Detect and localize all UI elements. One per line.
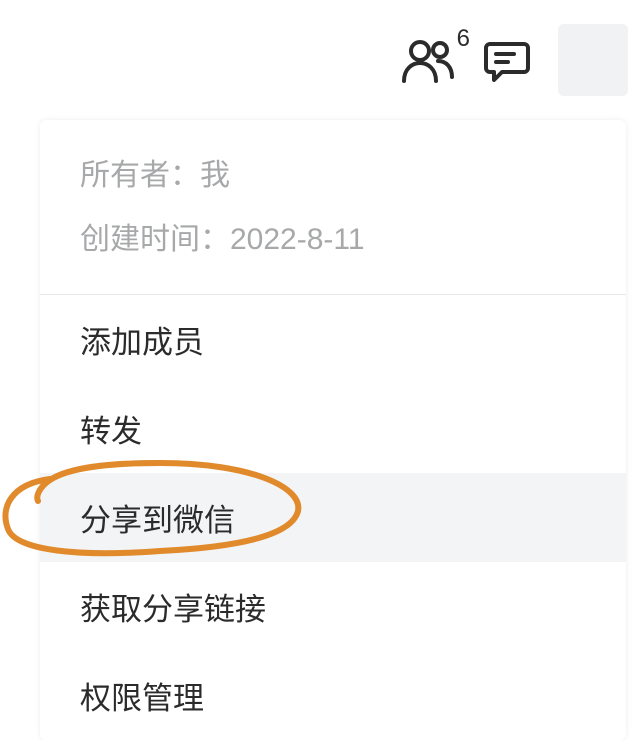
chat-button[interactable] bbox=[484, 38, 530, 82]
owner-label: 所有者： bbox=[80, 159, 200, 192]
friends-badge: 6 bbox=[457, 25, 470, 53]
menu-item-get-link[interactable]: 获取分享链接 bbox=[40, 562, 626, 651]
menu-item-label: 权限管理 bbox=[80, 681, 204, 716]
menu-list: 添加成员 转发 分享到微信 获取分享链接 权限管理 bbox=[40, 295, 626, 740]
created-row: 创建时间：2022-8-11 bbox=[80, 216, 586, 264]
info-block: 所有者：我 创建时间：2022-8-11 bbox=[40, 120, 626, 295]
dropdown-panel: 所有者：我 创建时间：2022-8-11 添加成员 转发 分享到微信 获取分享链… bbox=[40, 120, 626, 740]
menu-item-label: 转发 bbox=[80, 414, 142, 449]
menu-item-permissions[interactable]: 权限管理 bbox=[40, 651, 626, 740]
menu-item-add-member[interactable]: 添加成员 bbox=[40, 295, 626, 384]
owner-value: 我 bbox=[200, 159, 230, 192]
menu-item-forward[interactable]: 转发 bbox=[40, 384, 626, 473]
menu-item-share-wechat[interactable]: 分享到微信 bbox=[40, 473, 626, 562]
owner-row: 所有者：我 bbox=[80, 152, 586, 200]
created-value: 2022-8-11 bbox=[230, 223, 365, 256]
menu-item-label: 获取分享链接 bbox=[80, 592, 266, 627]
friends-button[interactable]: 6 bbox=[400, 37, 456, 83]
menu-item-label: 添加成员 bbox=[80, 325, 204, 360]
chat-icon bbox=[484, 38, 530, 82]
menu-item-label: 分享到微信 bbox=[80, 503, 235, 538]
friends-icon bbox=[400, 37, 456, 83]
top-bar: 6 bbox=[0, 0, 640, 120]
menu-button[interactable] bbox=[558, 24, 628, 96]
hamburger-icon bbox=[571, 43, 615, 77]
created-label: 创建时间： bbox=[80, 223, 230, 256]
